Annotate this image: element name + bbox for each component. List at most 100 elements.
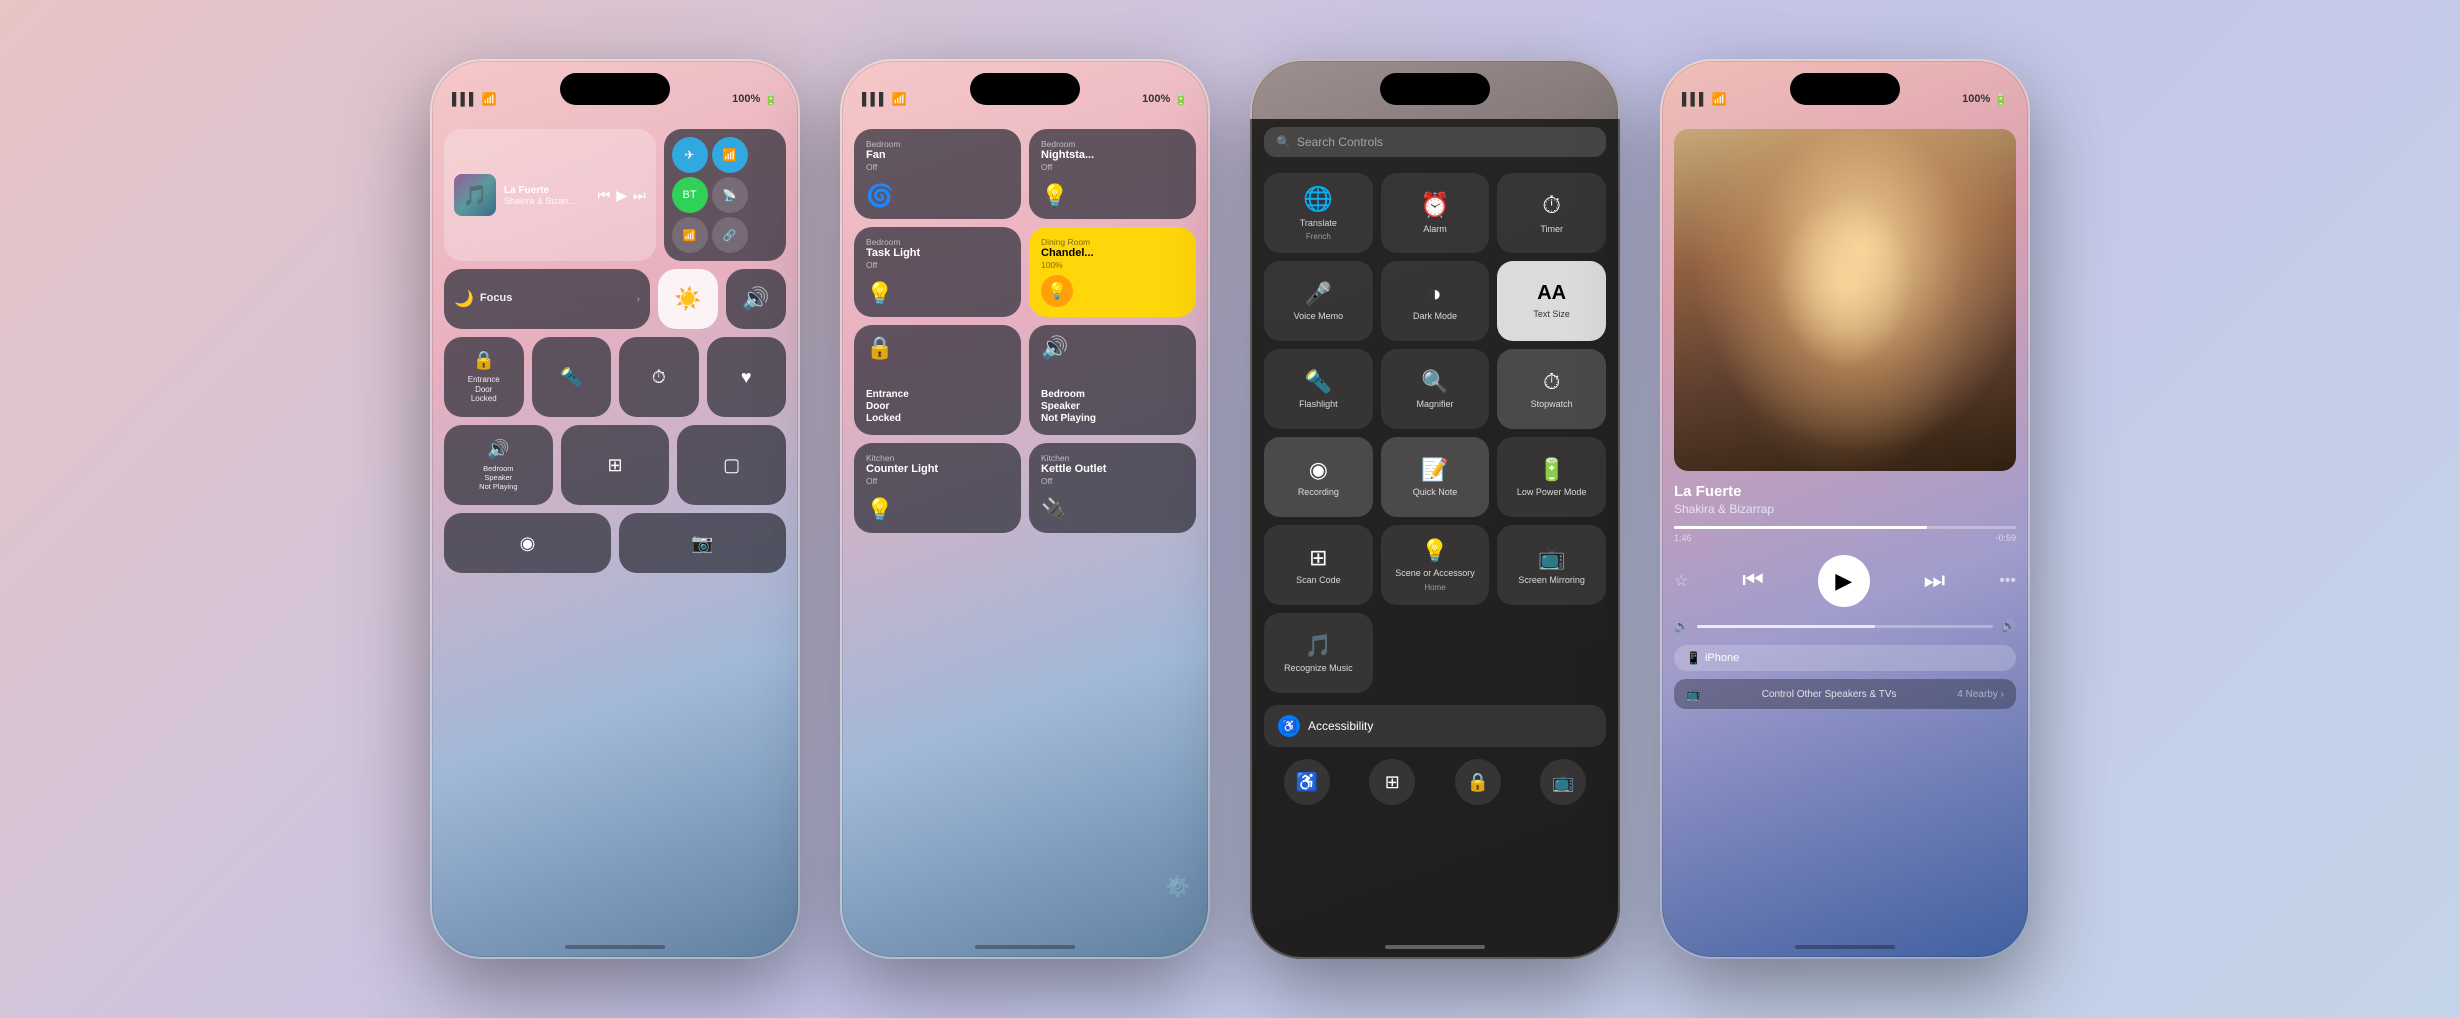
playback-controls: ☆ ⏮ ▶ ⏭ ••• xyxy=(1674,555,2016,607)
hotspot-btn[interactable]: 🔗 xyxy=(712,217,748,253)
screen-mirror-tile[interactable]: 📺 Screen Mirroring xyxy=(1497,525,1606,605)
device-output-btn[interactable]: 📱 iPhone xyxy=(1674,645,2016,671)
stopwatch-label: Stopwatch xyxy=(1531,399,1573,410)
volume-bar[interactable] xyxy=(1697,625,1993,628)
kitchen-counter-tile[interactable]: Kitchen Counter Light Off 💡 xyxy=(854,443,1021,533)
screen-mirror-icon: ▢ xyxy=(723,455,740,476)
controls-grid: 🌐 Translate French ⏰ Alarm ⏱ Timer 🎤 xyxy=(1250,165,1620,701)
speakers-text: Control Other Speakers & TVs xyxy=(1762,689,1897,700)
bedroom-tasklight-tile[interactable]: Bedroom Task Light Off 💡 xyxy=(854,227,1021,317)
forward-icon[interactable]: ⏭ xyxy=(633,187,646,204)
dynamic-island xyxy=(1380,73,1490,105)
door-lock-icon: 🔒 xyxy=(866,335,1009,361)
translate-tile[interactable]: 🌐 Translate French xyxy=(1264,173,1373,253)
search-bar[interactable]: 🔍 Search Controls xyxy=(1264,127,1606,157)
screen-mirror-tile[interactable]: ▢ xyxy=(677,425,786,505)
text-size-tile[interactable]: AA Text Size xyxy=(1497,261,1606,341)
entrance-door-tile[interactable]: 🔒 EntranceDoorLocked xyxy=(854,325,1021,435)
kitchen-kettle-tile[interactable]: Kitchen Kettle Outlet Off 🔌 xyxy=(1029,443,1196,533)
screen-mirror-icon: 📺 xyxy=(1538,545,1565,571)
gear-icon: ⚙️ xyxy=(1165,876,1190,898)
translate-icon: 🌐 xyxy=(1303,185,1333,214)
scene-accessory-tile[interactable]: 💡 Scene or Accessory Home xyxy=(1381,525,1490,605)
alarm-icon: ⏰ xyxy=(1420,191,1450,220)
signal-bars: ▌▌▌ xyxy=(862,92,888,106)
play-icon[interactable]: ▶ xyxy=(616,187,627,204)
text-size-aa: AA xyxy=(1537,282,1566,305)
album-art: 🎵 xyxy=(454,174,496,216)
focus-tile[interactable]: 🌙 Focus › xyxy=(444,269,650,329)
calculator-tile[interactable]: ⊞ xyxy=(561,425,670,505)
airdrop-btn[interactable]: 📡 xyxy=(712,177,748,213)
recording-tile[interactable]: ◉ Recording xyxy=(1264,437,1373,517)
remaining-time: -0:59 xyxy=(1995,533,2016,543)
magnifier-tile[interactable]: 🔍 Magnifier xyxy=(1381,349,1490,429)
music-widget[interactable]: 🎵 La Fuerte Shakira & Bizarr... ⏮ ▶ ⏭ xyxy=(444,129,656,261)
music-controls[interactable]: ⏮ ▶ ⏭ xyxy=(598,187,646,204)
timer-tile[interactable]: ⏱ xyxy=(619,337,699,417)
lock-tile[interactable]: 🔒 EntranceDoorLocked xyxy=(444,337,524,417)
voice-memo-icon: 🎤 xyxy=(1305,281,1332,307)
bluetooth-btn[interactable]: BT xyxy=(672,177,708,213)
progress-bar[interactable] xyxy=(1674,526,2016,529)
timer-icon: ⏱ xyxy=(1542,192,1561,220)
flashlight-tile[interactable]: 🔦 Flashlight xyxy=(1264,349,1373,429)
play-pause-btn[interactable]: ▶ xyxy=(1818,555,1870,607)
sun-icon: ☀️ xyxy=(674,286,701,312)
recording-tile[interactable]: ◉ xyxy=(444,513,611,573)
status-left: ▌▌▌ 📶 xyxy=(1682,92,1726,106)
low-power-label: Low Power Mode xyxy=(1517,487,1587,498)
timer-tile[interactable]: ⏱ Timer xyxy=(1497,173,1606,253)
low-power-tile[interactable]: 🔋 Low Power Mode xyxy=(1497,437,1606,517)
accessibility-btn-4[interactable]: 📺 xyxy=(1540,759,1586,805)
bedroom-fan-tile[interactable]: Bedroom Fan Off 🌀 xyxy=(854,129,1021,219)
home-indicator xyxy=(975,945,1075,949)
tile-name: Fan xyxy=(866,149,1009,162)
quick-note-tile[interactable]: 📝 Quick Note xyxy=(1381,437,1490,517)
volume-row: 🔈 🔊 xyxy=(1674,619,2016,633)
dark-mode-tile[interactable]: ◑ Dark Mode xyxy=(1381,261,1490,341)
star-btn[interactable]: ☆ xyxy=(1674,571,1688,591)
speaker-icon: 🔊 xyxy=(1041,335,1184,361)
menu-btn[interactable]: ••• xyxy=(1999,572,2016,590)
rewind-icon[interactable]: ⏮ xyxy=(598,187,611,204)
rewind-btn[interactable]: ⏮ xyxy=(1742,567,1764,595)
conn-row-1: ✈ 📶 xyxy=(672,137,778,173)
task-light-icon: 💡 xyxy=(866,281,1009,307)
fan-icon: 🌀 xyxy=(866,183,1009,209)
bedroom-speaker-tile[interactable]: 🔊 BedroomSpeakerNot Playing xyxy=(1029,325,1196,435)
conn-row-3: 📶 🔗 xyxy=(672,217,778,253)
airplane-mode-btn[interactable]: ✈ xyxy=(672,137,708,173)
scan-code-icon: ⊞ xyxy=(1309,545,1327,571)
cellular-btn[interactable]: 📶 xyxy=(672,217,708,253)
voice-memo-label: Voice Memo xyxy=(1294,311,1344,322)
chevron-icon: › xyxy=(637,294,640,305)
album-art-image xyxy=(1674,129,2016,471)
accessibility-bar[interactable]: ♿ Accessibility xyxy=(1264,705,1606,747)
camera-tile[interactable]: 📷 xyxy=(619,513,786,573)
play-icon: ▶ xyxy=(1835,568,1852,594)
wifi-btn[interactable]: 📶 xyxy=(712,137,748,173)
dynamic-island xyxy=(1790,73,1900,105)
flashlight-tile[interactable]: 🔦 xyxy=(532,337,612,417)
dining-chandelier-tile[interactable]: Dining Room Chandel... 100% 💡 xyxy=(1029,227,1196,317)
note-tile[interactable]: ♥ xyxy=(707,337,787,417)
accessibility-btn-1[interactable]: ♿ xyxy=(1284,759,1330,805)
dynamic-island xyxy=(970,73,1080,105)
alarm-tile[interactable]: ⏰ Alarm xyxy=(1381,173,1490,253)
recognize-music-tile[interactable]: 🎵 Recognize Music xyxy=(1264,613,1373,693)
bedroom-nightstand-tile[interactable]: Bedroom Nightsta... Off 💡 xyxy=(1029,129,1196,219)
recording-icon: ◉ xyxy=(1309,457,1328,483)
row-5: ◉ 📷 xyxy=(444,513,786,573)
forward-btn[interactable]: ⏭ xyxy=(1924,567,1946,595)
speaker-tile[interactable]: 🔊 BedroomSpeakerNot Playing xyxy=(444,425,553,505)
accessibility-btn-3[interactable]: 🔒 xyxy=(1455,759,1501,805)
scan-code-tile[interactable]: ⊞ Scan Code xyxy=(1264,525,1373,605)
speakers-bar[interactable]: 📺 Control Other Speakers & TVs 4 Nearby … xyxy=(1674,679,2016,709)
accessibility-btn-2[interactable]: ⊞ xyxy=(1369,759,1415,805)
volume-tile[interactable]: 🔊 xyxy=(726,269,786,329)
settings-gear[interactable]: ⚙️ xyxy=(1165,874,1190,899)
voice-memo-tile[interactable]: 🎤 Voice Memo xyxy=(1264,261,1373,341)
stopwatch-tile[interactable]: ⏱ Stopwatch xyxy=(1497,349,1606,429)
brightness-tile[interactable]: ☀️ xyxy=(658,269,718,329)
